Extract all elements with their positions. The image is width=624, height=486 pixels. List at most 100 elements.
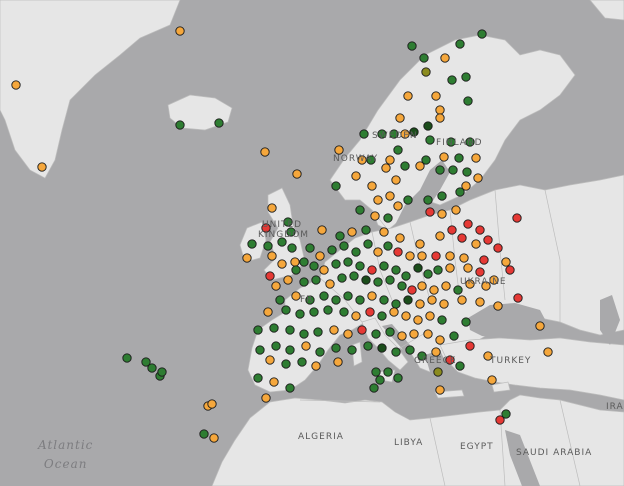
station-marker[interactable] [325,279,335,289]
station-marker[interactable] [433,265,443,275]
station-marker[interactable] [292,169,302,179]
station-marker[interactable] [263,241,273,251]
station-marker[interactable] [277,259,287,269]
station-marker[interactable] [271,281,281,291]
station-marker[interactable] [417,251,427,261]
station-marker[interactable] [395,233,405,243]
station-marker[interactable] [209,433,219,443]
station-marker[interactable] [351,171,361,181]
station-marker[interactable] [385,327,395,337]
station-marker[interactable] [367,265,377,275]
station-marker[interactable] [459,253,469,263]
station-marker[interactable] [339,241,349,251]
station-marker[interactable] [423,329,433,339]
station-marker[interactable] [445,251,455,261]
station-marker[interactable] [435,385,445,395]
station-marker[interactable] [409,329,419,339]
station-marker[interactable] [334,145,344,155]
station-marker[interactable] [437,191,447,201]
station-marker[interactable] [543,347,553,357]
station-marker[interactable] [479,255,489,265]
station-marker[interactable] [319,291,329,301]
station-marker[interactable] [383,213,393,223]
station-marker[interactable] [11,80,21,90]
station-marker[interactable] [391,175,401,185]
station-marker[interactable] [283,275,293,285]
station-marker[interactable] [463,263,473,273]
station-marker[interactable] [175,120,185,130]
station-marker[interactable] [393,201,403,211]
station-marker[interactable] [373,277,383,287]
station-marker[interactable] [505,265,515,275]
station-marker[interactable] [501,409,511,419]
station-marker[interactable] [435,165,445,175]
station-marker[interactable] [419,53,429,63]
station-marker[interactable] [413,315,423,325]
station-marker[interactable] [423,195,433,205]
station-marker[interactable] [379,261,389,271]
station-marker[interactable] [407,285,417,295]
station-marker[interactable] [369,383,379,393]
station-marker[interactable] [333,357,343,367]
station-marker[interactable] [415,239,425,249]
station-marker[interactable] [335,231,345,241]
station-marker[interactable] [361,225,371,235]
station-marker[interactable] [349,271,359,281]
station-marker[interactable] [199,429,209,439]
station-marker[interactable] [441,281,451,291]
station-marker[interactable] [429,285,439,295]
station-marker[interactable] [315,347,325,357]
station-marker[interactable] [309,261,319,271]
station-marker[interactable] [423,269,433,279]
station-marker[interactable] [535,321,545,331]
station-marker[interactable] [477,29,487,39]
station-marker[interactable] [461,317,471,327]
station-marker[interactable] [367,181,377,191]
station-marker[interactable] [435,113,445,123]
station-marker[interactable] [417,281,427,291]
station-marker[interactable] [455,39,465,49]
station-marker[interactable] [375,375,385,385]
station-marker[interactable] [261,393,271,403]
station-marker[interactable] [363,341,373,351]
station-marker[interactable] [475,225,485,235]
station-marker[interactable] [391,265,401,275]
station-marker[interactable] [405,251,415,261]
station-marker[interactable] [395,113,405,123]
station-marker[interactable] [373,247,383,257]
station-marker[interactable] [431,91,441,101]
station-marker[interactable] [437,315,447,325]
station-marker[interactable] [331,343,341,353]
station-marker[interactable] [253,325,263,335]
station-marker[interactable] [305,243,315,253]
station-marker[interactable] [407,41,417,51]
station-marker[interactable] [175,26,185,36]
station-marker[interactable] [370,211,380,221]
station-marker[interactable] [483,235,493,245]
station-marker[interactable] [385,155,395,165]
station-marker[interactable] [361,275,371,285]
station-marker[interactable] [435,335,445,345]
station-marker[interactable] [463,96,473,106]
station-marker[interactable] [285,345,295,355]
station-marker[interactable] [425,135,435,145]
station-marker[interactable] [512,213,522,223]
station-marker[interactable] [311,275,321,285]
station-marker[interactable] [403,91,413,101]
map-canvas[interactable] [0,0,624,486]
station-marker[interactable] [400,161,410,171]
station-marker[interactable] [425,311,435,321]
station-marker[interactable] [457,295,467,305]
station-marker[interactable] [311,361,321,371]
station-marker[interactable] [473,173,483,183]
station-marker[interactable] [287,243,297,253]
station-marker[interactable] [425,207,435,217]
station-marker[interactable] [435,105,445,115]
station-marker[interactable] [383,367,393,377]
station-marker[interactable] [271,341,281,351]
station-marker[interactable] [475,267,485,277]
station-marker[interactable] [269,323,279,333]
station-marker[interactable] [457,233,467,243]
station-marker[interactable] [431,251,441,261]
station-marker[interactable] [393,373,403,383]
